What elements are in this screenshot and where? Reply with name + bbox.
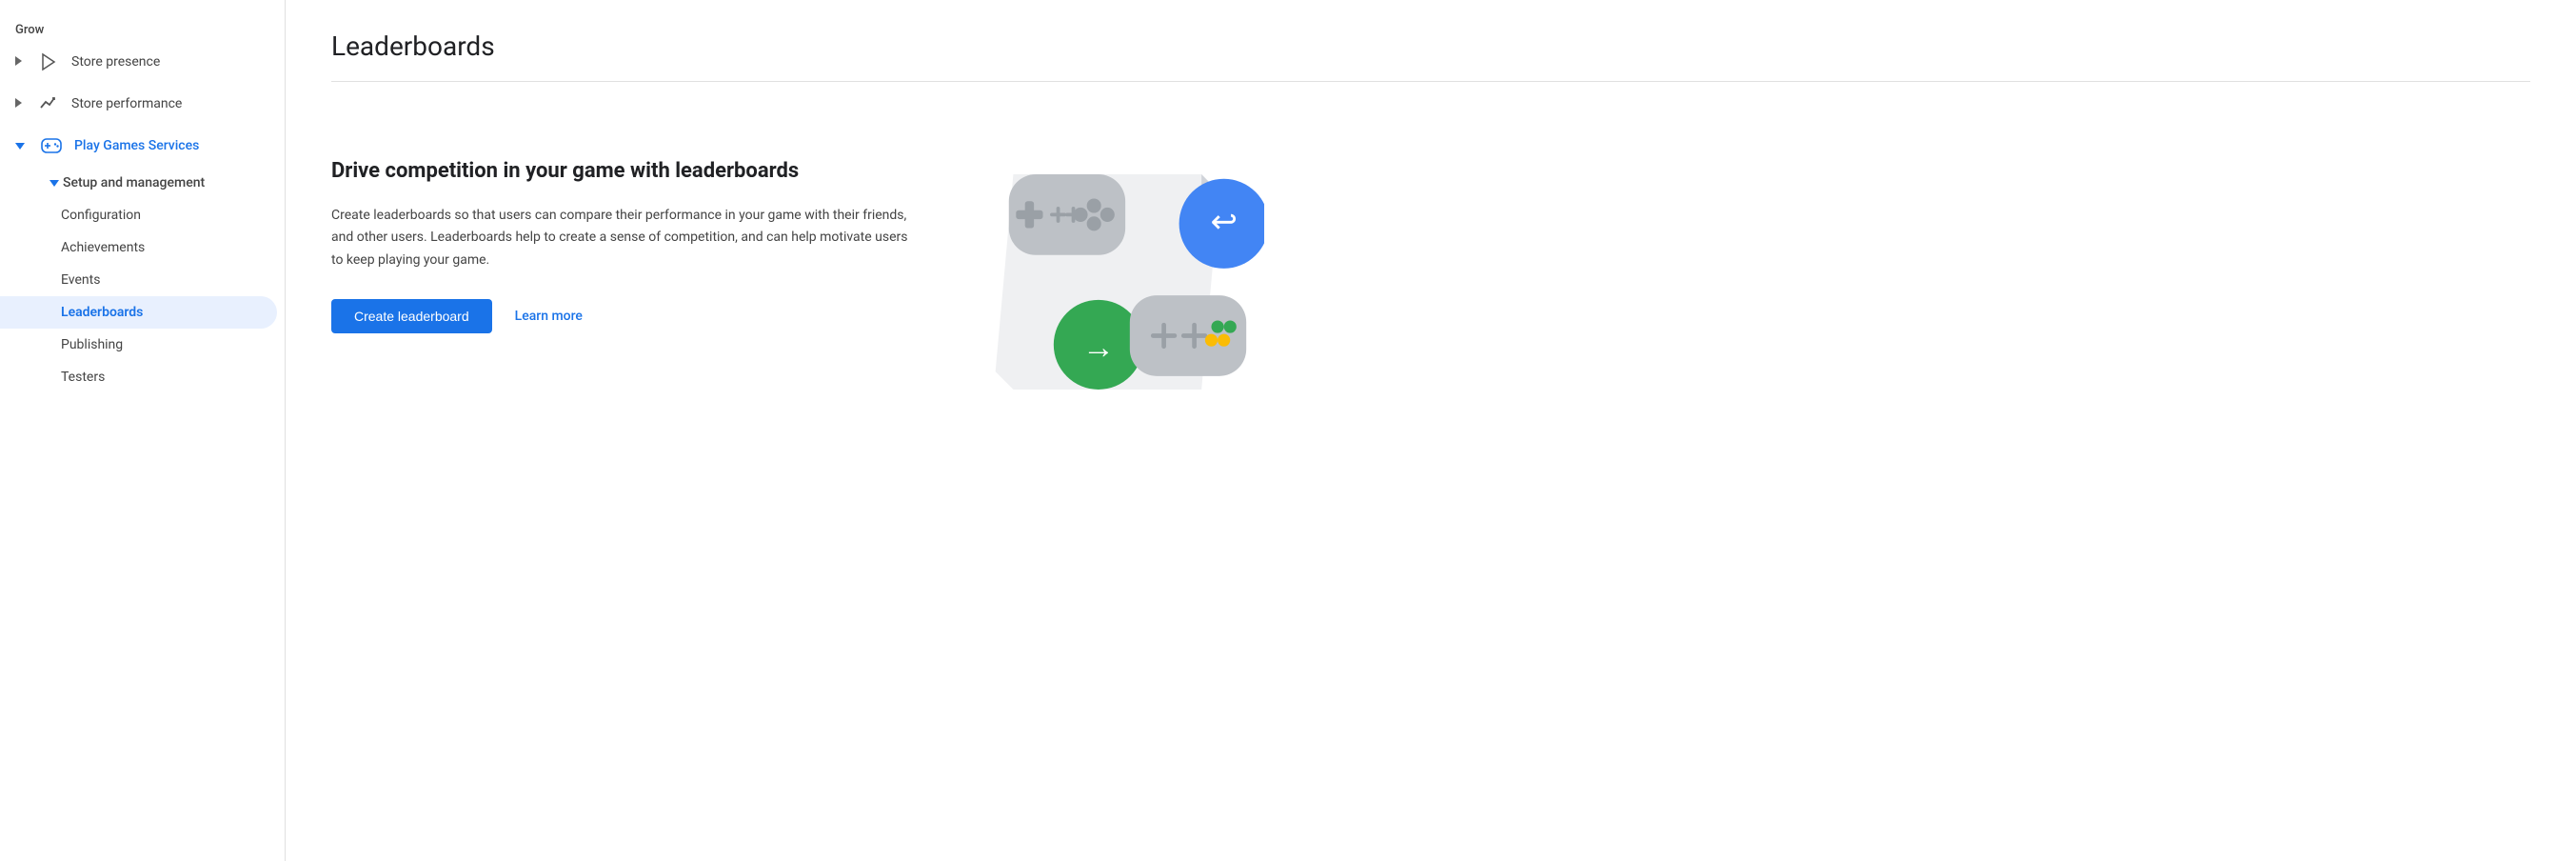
gamepad-icon: [40, 134, 63, 157]
main-content: Leaderboards Drive competition in your g…: [286, 0, 2576, 861]
leaderboard-illustration: ↩ →: [960, 120, 1264, 444]
content-area: Drive competition in your game with lead…: [331, 120, 2530, 444]
play-games-expand-icon: [15, 139, 29, 152]
store-presence-expand-icon: [15, 55, 26, 69]
grow-section-label: Grow: [0, 15, 285, 41]
page-title: Leaderboards: [331, 30, 2530, 62]
learn-more-link[interactable]: Learn more: [515, 309, 583, 324]
play-games-label: Play Games Services: [74, 138, 199, 153]
action-buttons: Create leaderboard Learn more: [331, 299, 921, 333]
sidebar-item-store-presence[interactable]: Store presence: [0, 41, 277, 83]
leaderboards-label: Leaderboards: [61, 305, 143, 320]
store-performance-label: Store performance: [71, 96, 182, 111]
setup-expand-icon: [50, 175, 63, 190]
sidebar-item-leaderboards[interactable]: Leaderboards: [0, 296, 277, 329]
sidebar-item-publishing[interactable]: Publishing: [0, 329, 277, 361]
publishing-label: Publishing: [61, 337, 123, 352]
store-performance-expand-icon: [15, 97, 26, 110]
create-leaderboard-button[interactable]: Create leaderboard: [331, 299, 492, 333]
sidebar-subitem-setup-management[interactable]: Setup and management: [0, 167, 277, 199]
sidebar-item-events[interactable]: Events: [0, 264, 277, 296]
sidebar-item-store-performance[interactable]: Store performance: [0, 83, 277, 125]
setup-management-label: Setup and management: [63, 175, 205, 190]
sidebar-item-achievements[interactable]: Achievements: [0, 231, 277, 264]
sidebar-item-play-games-services[interactable]: Play Games Services: [0, 125, 277, 167]
sidebar: Grow Store presence Store performance: [0, 0, 286, 861]
play-icon: [37, 50, 60, 73]
svg-text:↩: ↩: [1210, 204, 1237, 241]
content-body: Create leaderboards so that users can co…: [331, 205, 921, 272]
page-divider: [331, 81, 2530, 82]
chart-icon: [37, 92, 60, 115]
testers-label: Testers: [61, 370, 105, 385]
sidebar-item-testers[interactable]: Testers: [0, 361, 277, 393]
events-label: Events: [61, 272, 100, 288]
sidebar-item-configuration[interactable]: Configuration: [0, 199, 277, 231]
text-section: Drive competition in your game with lead…: [331, 120, 921, 333]
store-presence-label: Store presence: [71, 54, 160, 70]
svg-text:→: →: [1082, 330, 1115, 367]
content-heading: Drive competition in your game with lead…: [331, 158, 921, 186]
configuration-label: Configuration: [61, 208, 141, 223]
achievements-label: Achievements: [61, 240, 145, 255]
